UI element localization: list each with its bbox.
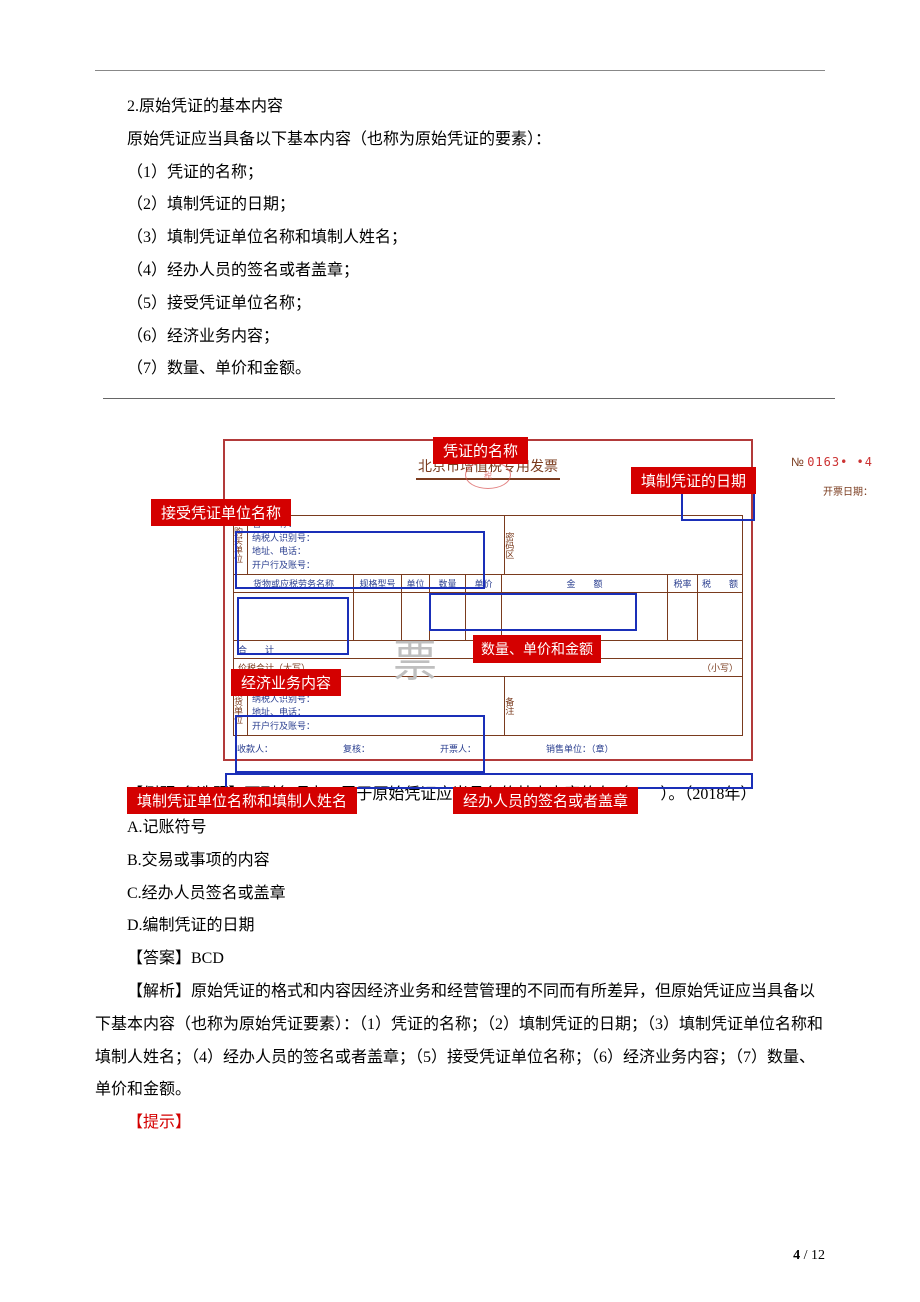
invoice-diagram-inner: 凭证的名称 填制凭证的日期 接受凭证单位名称 数量、单价和金额 经济业务内容 填…: [123, 439, 843, 761]
tag-qty-price-amount: 数量、单价和金额: [473, 635, 601, 663]
page-number: 4 / 12: [793, 1248, 825, 1264]
section-item-5: （5）接受凭证单位名称；: [95, 288, 825, 321]
hint-label: 【提示】: [95, 1107, 825, 1140]
option-d: D.编制凭证的日期: [95, 910, 825, 943]
invoice-date-label: 开票日期：: [823, 483, 873, 498]
section-item-3: （3）填制凭证单位名称和填制人姓名；: [95, 222, 825, 255]
section-intro: 原始凭证应当具备以下基本内容（也称为原始凭证的要素）：: [95, 124, 825, 157]
page-sep: /: [800, 1248, 811, 1263]
th-amount: 金 额: [502, 575, 668, 592]
option-a: A.记账符号: [95, 812, 825, 845]
section-item-7: （7）数量、单价和金额。: [95, 353, 825, 386]
tag-business-content: 经济业务内容: [231, 669, 341, 696]
invoice-sum-label-right: （小写）: [702, 661, 738, 674]
bluebox-seller-info: [235, 715, 485, 773]
answer-label: 【答案】BCD: [95, 943, 825, 976]
tag-voucher-title: 凭证的名称: [433, 437, 528, 464]
th-rate: 税率: [668, 575, 698, 592]
section-heading: 2.原始凭证的基本内容: [95, 91, 825, 124]
invoice-number-value: 0163• •4: [807, 455, 873, 469]
th-tax: 税 额: [698, 575, 742, 592]
option-b: B.交易或事项的内容: [95, 845, 825, 878]
section-item-1: （1）凭证的名称；: [95, 157, 825, 190]
page-total: 12: [811, 1248, 825, 1263]
example-question: 【例题·多选题】下列各项中，属于原始凭证应当具备的基本内容的有（ ）。（2018…: [95, 779, 825, 1140]
stamp-icon: 税: [465, 461, 511, 489]
section-item-6: （6）经济业务内容；: [95, 321, 825, 354]
explanation: 【解析】原始凭证的格式和内容因经济业务和经营管理的不同而有所差异，但原始凭证应当…: [95, 976, 825, 1107]
tag-fill-date: 填制凭证的日期: [631, 467, 756, 494]
foot-seller: 销售单位：（章）: [546, 742, 614, 755]
section-item-4: （4）经办人员的签名或者盖章；: [95, 255, 825, 288]
bluebox-amounts: [429, 593, 637, 631]
invoice-code-side-label: 密码区: [504, 516, 518, 574]
bluebox-goods-name: [237, 597, 349, 655]
section-item-2: （2）填制凭证的日期；: [95, 189, 825, 222]
invoice-number: № 0163• •4: [791, 455, 873, 469]
document-page: 2.原始凭证的基本内容 原始凭证应当具备以下基本内容（也称为原始凭证的要素）： …: [0, 0, 920, 1302]
bluebox-buyer-info: [235, 531, 485, 589]
invoice-diagram: 凭证的名称 填制凭证的日期 接受凭证单位名称 数量、单价和金额 经济业务内容 填…: [103, 398, 835, 761]
option-c: C.经办人员签名或盖章: [95, 878, 825, 911]
invoice-number-label: №: [791, 455, 804, 469]
tag-filler-name: 填制凭证单位名称和填制人姓名: [127, 787, 357, 814]
tag-receiver-unit: 接受凭证单位名称: [151, 499, 291, 526]
header-rule: [95, 70, 825, 71]
tag-handler-sign: 经办人员的签名或者盖章: [453, 787, 638, 814]
invoice-note-side-label: 备注: [504, 677, 518, 735]
